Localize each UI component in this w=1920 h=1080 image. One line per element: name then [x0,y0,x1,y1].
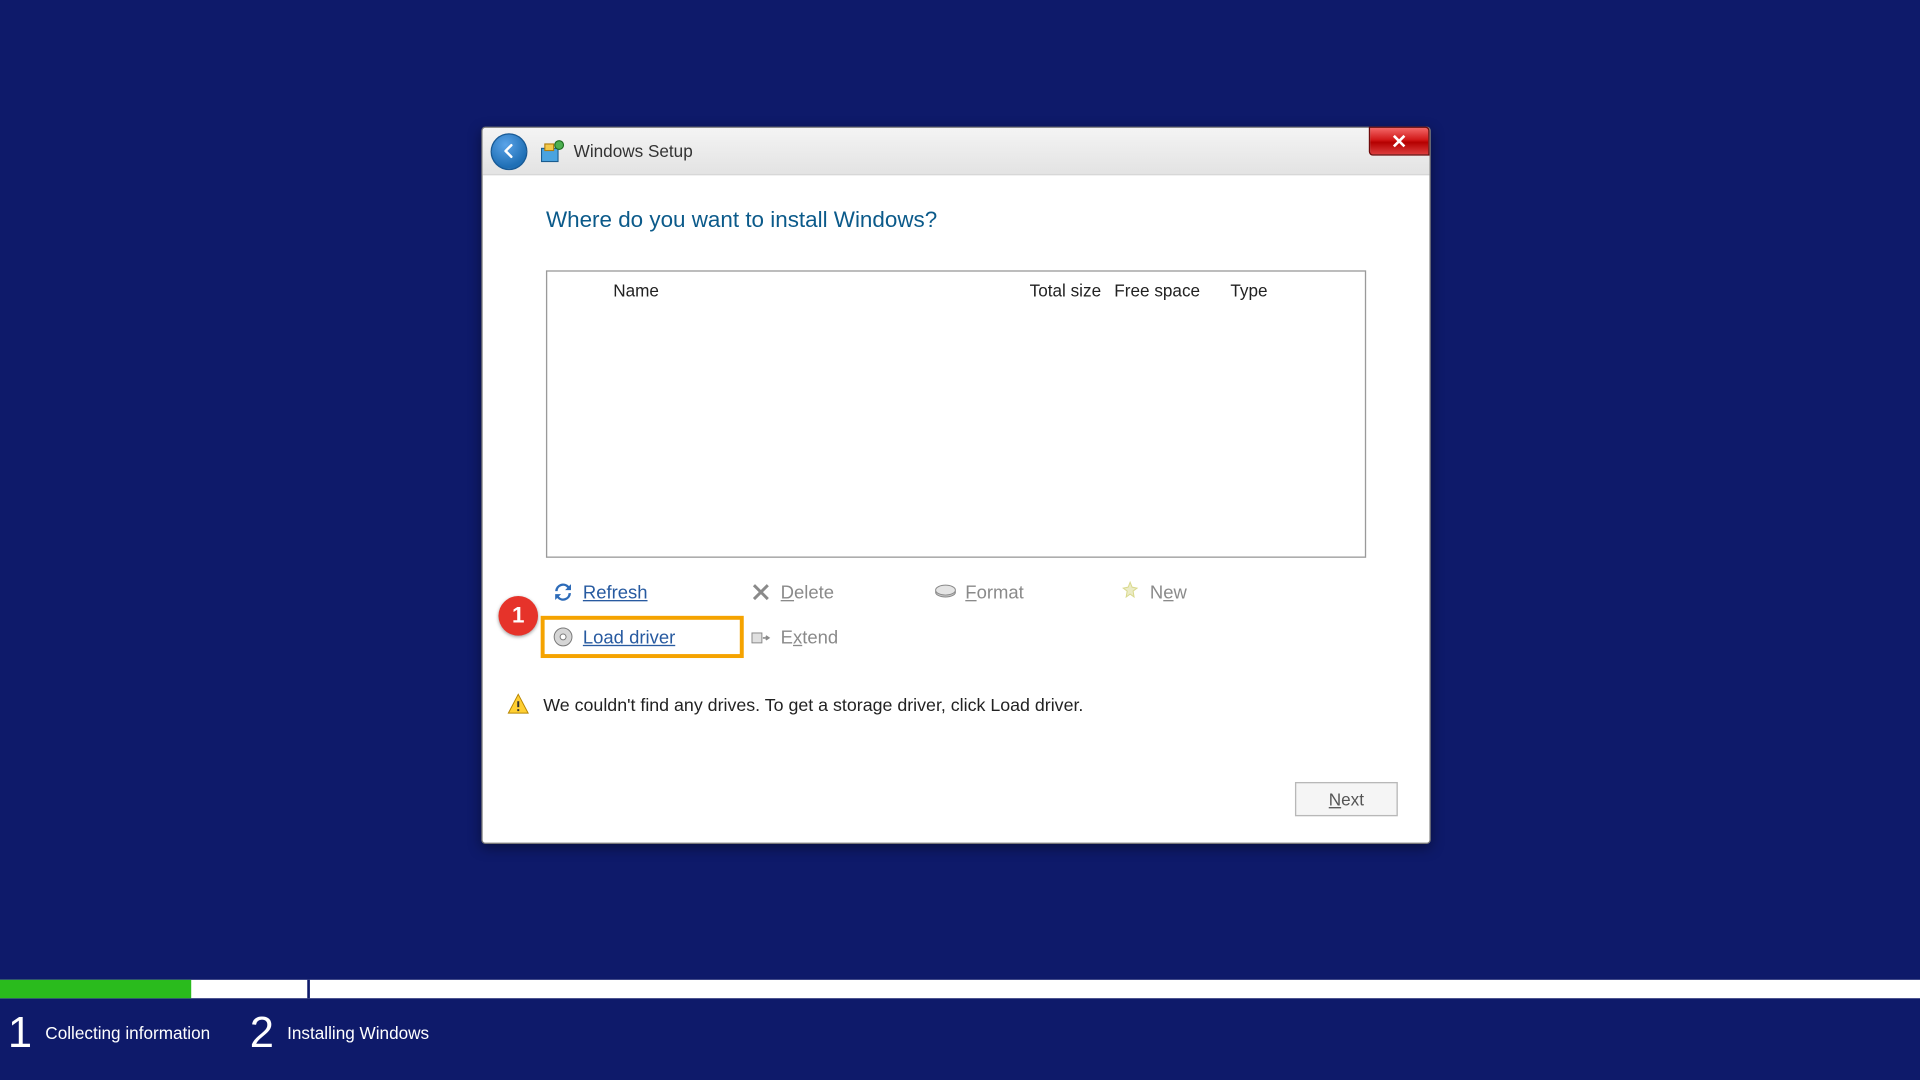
extend-icon [749,625,773,649]
warning-icon [506,692,530,716]
refresh-label: Refresh [583,582,648,603]
annotation-callout-1: 1 [498,596,538,636]
new-icon [1118,580,1142,604]
load-driver-button[interactable]: Load driver [546,621,681,653]
progress-fill [0,980,191,998]
progress-separator [307,980,310,998]
drive-list[interactable]: Name Total size Free space Type [546,270,1366,557]
close-button[interactable] [1369,127,1430,156]
close-icon [1391,133,1407,149]
step-2-label: Installing Windows [287,1021,429,1043]
back-button[interactable] [491,133,528,170]
setup-dialog: Windows Setup Where do you want to insta… [481,127,1430,844]
progress-strip [0,980,1920,998]
page-heading: Where do you want to install Windows? [546,207,1366,233]
step-1: 1 Collecting information [8,1010,210,1054]
windows-setup-icon [539,138,565,164]
drive-list-header: Name Total size Free space Type [547,272,1365,309]
step-1-number: 1 [8,1010,32,1054]
col-free: Free space [1114,280,1230,300]
step-1-label: Collecting information [45,1021,210,1043]
format-button[interactable]: Format [928,576,1029,608]
warning-row: We couldn't find any drives. To get a st… [506,692,1366,716]
load-driver-highlight: Load driver [541,616,744,658]
drive-actions: Refresh Delete Format [546,576,1366,658]
format-label: Format [965,582,1023,603]
delete-button[interactable]: Delete [744,576,840,608]
step-2-number: 2 [250,1010,274,1054]
warning-text: We couldn't find any drives. To get a st… [543,694,1083,714]
refresh-button[interactable]: Refresh [546,576,653,608]
step-2: 2 Installing Windows [250,1010,429,1054]
next-button[interactable]: Next [1295,782,1398,816]
titlebar: Windows Setup [483,128,1430,175]
format-icon [934,580,958,604]
setup-steps: 1 Collecting information 2 Installing Wi… [8,1010,429,1054]
extend-button[interactable]: Extend [744,616,844,658]
extend-label: Extend [781,626,838,647]
new-button[interactable]: New [1113,576,1192,608]
col-total: Total size [996,280,1115,300]
disc-icon [551,625,575,649]
window-title: Windows Setup [574,141,693,161]
col-name: Name [613,280,995,300]
new-label: New [1150,582,1187,603]
refresh-icon [551,580,575,604]
load-driver-label: Load driver [583,626,675,647]
arrow-left-icon [499,141,519,161]
delete-icon [749,580,773,604]
delete-label: Delete [781,582,834,603]
col-type: Type [1230,280,1365,300]
